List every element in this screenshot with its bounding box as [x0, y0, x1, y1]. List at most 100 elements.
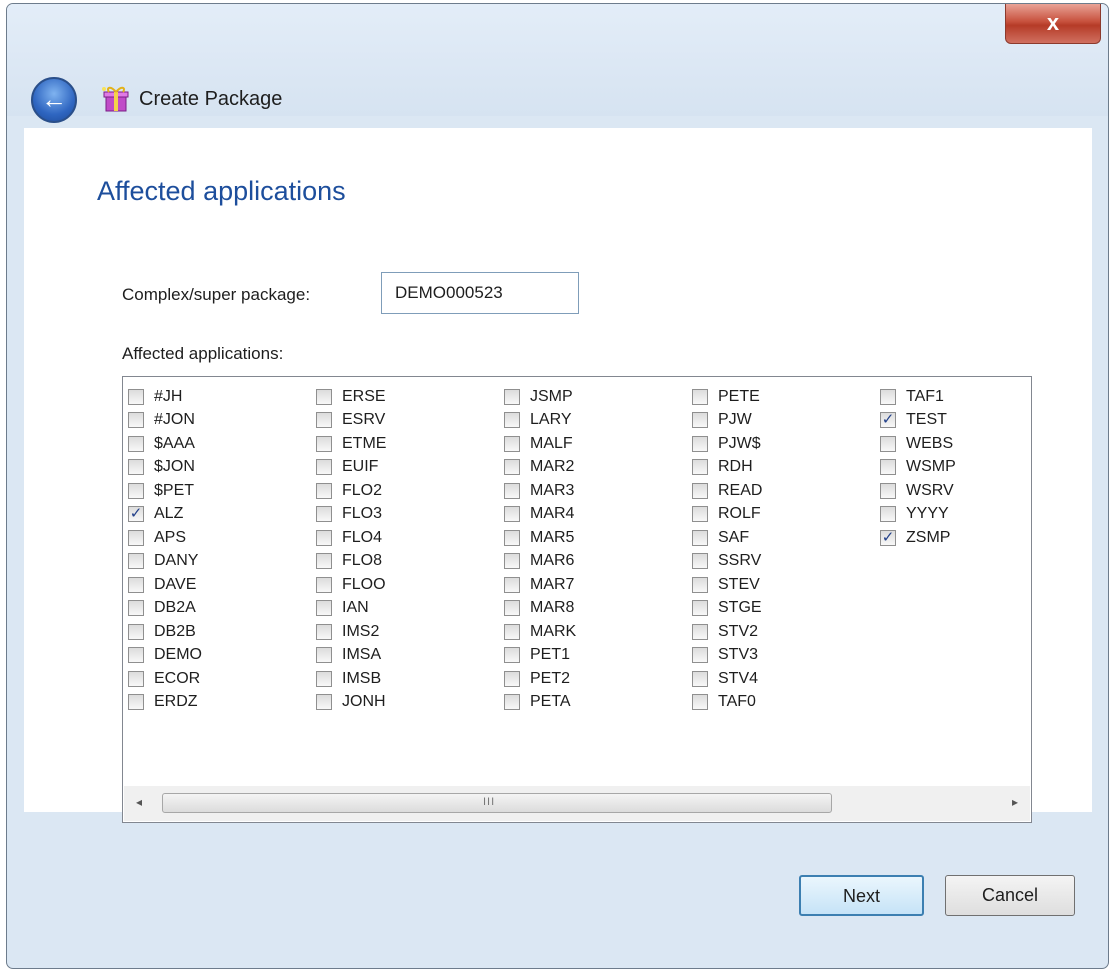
- application-item[interactable]: YYYY: [880, 503, 956, 527]
- application-item[interactable]: $JON: [128, 456, 202, 480]
- application-item[interactable]: TAF0: [692, 691, 762, 715]
- application-checkbox[interactable]: [128, 623, 144, 640]
- application-item[interactable]: APS: [128, 526, 202, 550]
- application-checkbox[interactable]: [128, 694, 144, 711]
- application-checkbox[interactable]: [692, 576, 708, 593]
- application-item[interactable]: MAR2: [504, 456, 576, 480]
- application-checkbox[interactable]: [128, 576, 144, 593]
- application-checkbox[interactable]: [316, 576, 332, 593]
- application-item[interactable]: DAVE: [128, 573, 202, 597]
- application-item[interactable]: EUIF: [316, 456, 386, 480]
- application-checkbox[interactable]: [692, 412, 708, 429]
- application-checkbox[interactable]: ✓: [128, 506, 144, 523]
- application-item[interactable]: $PET: [128, 479, 202, 503]
- application-item[interactable]: MALF: [504, 432, 576, 456]
- application-item[interactable]: WSRV: [880, 479, 956, 503]
- application-checkbox[interactable]: [316, 553, 332, 570]
- application-item[interactable]: JSMP: [504, 385, 576, 409]
- application-checkbox[interactable]: [692, 694, 708, 711]
- application-item[interactable]: IMSA: [316, 644, 386, 668]
- scroll-thumb[interactable]: III: [162, 793, 832, 813]
- back-button[interactable]: ←: [31, 77, 77, 123]
- application-checkbox[interactable]: [316, 412, 332, 429]
- application-item[interactable]: MAR4: [504, 503, 576, 527]
- application-checkbox[interactable]: [692, 553, 708, 570]
- application-checkbox[interactable]: ✓: [880, 412, 896, 429]
- application-item[interactable]: JONH: [316, 691, 386, 715]
- application-checkbox[interactable]: [692, 435, 708, 452]
- application-item[interactable]: STV2: [692, 620, 762, 644]
- application-item[interactable]: PETE: [692, 385, 762, 409]
- application-checkbox[interactable]: [504, 623, 520, 640]
- application-checkbox[interactable]: [128, 388, 144, 405]
- application-checkbox[interactable]: [880, 388, 896, 405]
- application-item[interactable]: RDH: [692, 456, 762, 480]
- application-item[interactable]: FLO8: [316, 550, 386, 574]
- applications-list[interactable]: #JH #JON $AAA $JON $PET ✓ ALZ APS DANY DAVE DB2A DB…: [122, 376, 1032, 823]
- application-item[interactable]: READ: [692, 479, 762, 503]
- application-item[interactable]: $AAA: [128, 432, 202, 456]
- application-item[interactable]: ESRV: [316, 409, 386, 433]
- application-checkbox[interactable]: [692, 623, 708, 640]
- application-checkbox[interactable]: [504, 647, 520, 664]
- application-checkbox[interactable]: [316, 670, 332, 687]
- application-item[interactable]: MARK: [504, 620, 576, 644]
- application-item[interactable]: STGE: [692, 597, 762, 621]
- application-item[interactable]: MAR3: [504, 479, 576, 503]
- application-item[interactable]: MAR8: [504, 597, 576, 621]
- application-checkbox[interactable]: [316, 600, 332, 617]
- application-item[interactable]: DEMO: [128, 644, 202, 668]
- application-checkbox[interactable]: [504, 506, 520, 523]
- application-checkbox[interactable]: [692, 459, 708, 476]
- application-checkbox[interactable]: [504, 694, 520, 711]
- application-checkbox[interactable]: [880, 459, 896, 476]
- application-item[interactable]: ERSE: [316, 385, 386, 409]
- application-checkbox[interactable]: [504, 600, 520, 617]
- application-checkbox[interactable]: [880, 482, 896, 499]
- application-checkbox[interactable]: [692, 600, 708, 617]
- application-checkbox[interactable]: [316, 459, 332, 476]
- application-checkbox[interactable]: [692, 647, 708, 664]
- application-checkbox[interactable]: [128, 670, 144, 687]
- application-item[interactable]: ROLF: [692, 503, 762, 527]
- application-item[interactable]: STV4: [692, 667, 762, 691]
- application-checkbox[interactable]: [128, 435, 144, 452]
- application-item[interactable]: IMSB: [316, 667, 386, 691]
- application-item[interactable]: MAR6: [504, 550, 576, 574]
- scroll-right-icon[interactable]: ▸: [1012, 795, 1018, 809]
- application-item[interactable]: PET1: [504, 644, 576, 668]
- application-checkbox[interactable]: [692, 506, 708, 523]
- application-item[interactable]: ERDZ: [128, 691, 202, 715]
- application-checkbox[interactable]: [128, 529, 144, 546]
- application-item[interactable]: DB2A: [128, 597, 202, 621]
- application-checkbox[interactable]: [692, 482, 708, 499]
- application-item[interactable]: IAN: [316, 597, 386, 621]
- application-checkbox[interactable]: [504, 435, 520, 452]
- application-item[interactable]: FLO4: [316, 526, 386, 550]
- application-item[interactable]: MAR7: [504, 573, 576, 597]
- application-item[interactable]: #JH: [128, 385, 202, 409]
- application-item[interactable]: PJW: [692, 409, 762, 433]
- next-button[interactable]: Next: [799, 875, 924, 916]
- application-checkbox[interactable]: [316, 506, 332, 523]
- application-checkbox[interactable]: [504, 482, 520, 499]
- application-item[interactable]: SSRV: [692, 550, 762, 574]
- package-input[interactable]: [381, 272, 579, 314]
- application-item[interactable]: FLO3: [316, 503, 386, 527]
- application-checkbox[interactable]: [504, 670, 520, 687]
- application-checkbox[interactable]: [880, 435, 896, 452]
- application-item[interactable]: SAF: [692, 526, 762, 550]
- application-checkbox[interactable]: [504, 553, 520, 570]
- application-checkbox[interactable]: [316, 529, 332, 546]
- scroll-left-icon[interactable]: ◂: [136, 795, 142, 809]
- application-item[interactable]: FLO2: [316, 479, 386, 503]
- cancel-button[interactable]: Cancel: [945, 875, 1075, 916]
- application-item[interactable]: DB2B: [128, 620, 202, 644]
- application-item[interactable]: PET2: [504, 667, 576, 691]
- application-checkbox[interactable]: ✓: [880, 529, 896, 546]
- application-item[interactable]: IMS2: [316, 620, 386, 644]
- application-checkbox[interactable]: [504, 459, 520, 476]
- application-item[interactable]: PJW$: [692, 432, 762, 456]
- application-checkbox[interactable]: [504, 529, 520, 546]
- application-checkbox[interactable]: [316, 435, 332, 452]
